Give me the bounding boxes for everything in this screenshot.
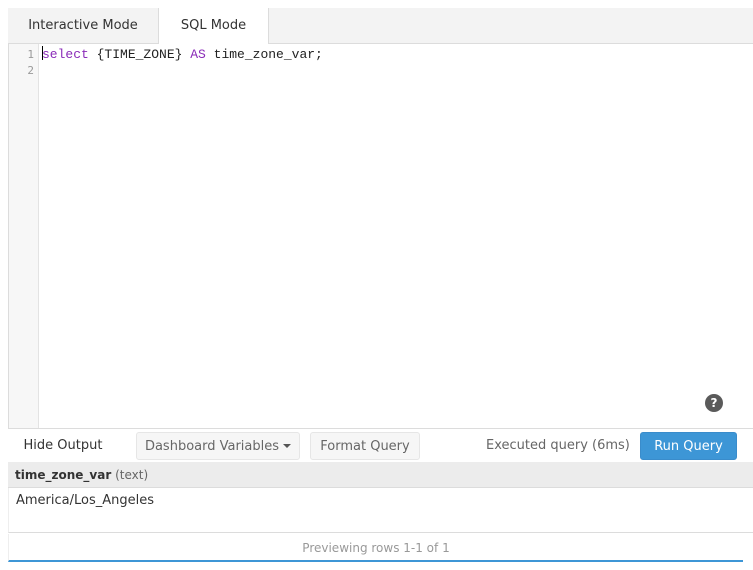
column-type: (text) xyxy=(115,468,149,482)
line-number: 1 xyxy=(27,48,34,61)
mode-tabs: Interactive Mode SQL Mode xyxy=(8,8,753,45)
sql-editor[interactable]: 1 2 select {TIME_ZONE} AS time_zone_var;… xyxy=(8,44,753,428)
keyword: select xyxy=(42,47,89,62)
dashboard-variables-dropdown[interactable]: Dashboard Variables xyxy=(136,432,300,460)
results-footer: Previewing rows 1-1 of 1 xyxy=(8,534,743,562)
code-text: {TIME_ZONE} xyxy=(88,47,191,62)
line-number: 2 xyxy=(27,64,34,77)
code-text: time_zone_var; xyxy=(205,47,323,62)
hide-output-button[interactable]: Hide Output xyxy=(8,432,118,460)
tab-sql-mode[interactable]: SQL Mode xyxy=(158,8,269,45)
results-column-header: time_zone_var (text) xyxy=(8,462,753,488)
query-toolbar: Hide Output Dashboard Variables Format Q… xyxy=(8,428,753,462)
format-query-button[interactable]: Format Query xyxy=(310,432,420,460)
line-gutter: 1 2 xyxy=(9,44,39,428)
question-circle-icon[interactable]: ? xyxy=(705,394,723,412)
dashboard-variables-label: Dashboard Variables xyxy=(144,439,280,454)
results-table: America/Los_Angeles xyxy=(8,488,753,533)
tab-interactive-mode[interactable]: Interactive Mode xyxy=(8,8,158,44)
caret-down-icon xyxy=(283,444,292,448)
column-name: time_zone_var xyxy=(15,468,112,482)
code-line[interactable]: select {TIME_ZONE} AS time_zone_var; xyxy=(42,46,323,62)
table-cell: America/Los_Angeles xyxy=(16,493,155,508)
run-query-button[interactable]: Run Query xyxy=(640,432,737,460)
keyword: AS xyxy=(190,47,206,62)
query-status: Executed query (6ms) xyxy=(486,438,630,453)
